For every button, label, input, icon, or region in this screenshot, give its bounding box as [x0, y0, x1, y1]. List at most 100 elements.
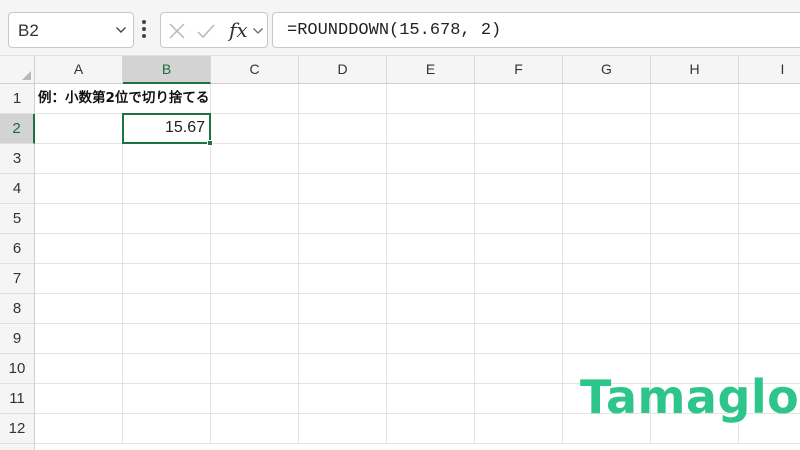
cell-c7[interactable]	[211, 264, 299, 294]
cell-d1[interactable]	[299, 84, 387, 114]
cell-f4[interactable]	[475, 174, 563, 204]
row-header-3[interactable]: 3	[0, 144, 34, 174]
cell-g8[interactable]	[563, 294, 651, 324]
cell-g1[interactable]	[563, 84, 651, 114]
column-header-a[interactable]: A	[35, 56, 123, 83]
cell-b3[interactable]	[123, 144, 211, 174]
cell-i4[interactable]	[739, 174, 800, 204]
row-header-1[interactable]: 1	[0, 84, 34, 114]
cell-e1[interactable]	[387, 84, 475, 114]
row-header-2[interactable]: 2	[0, 114, 35, 144]
cell-a9[interactable]	[35, 324, 123, 354]
cell-h9[interactable]	[651, 324, 739, 354]
cell-g5[interactable]	[563, 204, 651, 234]
cell-d4[interactable]	[299, 174, 387, 204]
cell-g7[interactable]	[563, 264, 651, 294]
cell-f2[interactable]	[475, 114, 563, 144]
cell-f1[interactable]	[475, 84, 563, 114]
cell-f9[interactable]	[475, 324, 563, 354]
cell-b6[interactable]	[123, 234, 211, 264]
cell-d10[interactable]	[299, 354, 387, 384]
column-header-g[interactable]: G	[563, 56, 651, 83]
cell-f11[interactable]	[475, 384, 563, 414]
cell-i7[interactable]	[739, 264, 800, 294]
cell-i9[interactable]	[739, 324, 800, 354]
row-header-11[interactable]: 11	[0, 384, 34, 414]
cell-h7[interactable]	[651, 264, 739, 294]
cell-a10[interactable]	[35, 354, 123, 384]
row-header-8[interactable]: 8	[0, 294, 34, 324]
cell-a2[interactable]	[35, 114, 123, 144]
cell-c11[interactable]	[211, 384, 299, 414]
cell-c10[interactable]	[211, 354, 299, 384]
cell-b9[interactable]	[123, 324, 211, 354]
column-header-d[interactable]: D	[299, 56, 387, 83]
cell-a3[interactable]	[35, 144, 123, 174]
cell-h3[interactable]	[651, 144, 739, 174]
cell-a6[interactable]	[35, 234, 123, 264]
cell-i3[interactable]	[739, 144, 800, 174]
cell-c6[interactable]	[211, 234, 299, 264]
cell-a11[interactable]	[35, 384, 123, 414]
cell-h8[interactable]	[651, 294, 739, 324]
cell-e4[interactable]	[387, 174, 475, 204]
cell-i6[interactable]	[739, 234, 800, 264]
cell-d9[interactable]	[299, 324, 387, 354]
select-all-corner[interactable]	[0, 56, 35, 84]
fx-icon[interactable]: fx	[229, 18, 248, 42]
cell-e11[interactable]	[387, 384, 475, 414]
cell-d3[interactable]	[299, 144, 387, 174]
cell-b8[interactable]	[123, 294, 211, 324]
cell-h5[interactable]	[651, 204, 739, 234]
cell-e12[interactable]	[387, 414, 475, 444]
cell-a8[interactable]	[35, 294, 123, 324]
cell-d8[interactable]	[299, 294, 387, 324]
cell-d5[interactable]	[299, 204, 387, 234]
cell-b10[interactable]	[123, 354, 211, 384]
cell-i8[interactable]	[739, 294, 800, 324]
cell-b2[interactable]: 15.67	[122, 113, 213, 146]
name-box[interactable]: B2	[8, 12, 134, 48]
cell-c8[interactable]	[211, 294, 299, 324]
cell-b7[interactable]	[123, 264, 211, 294]
cell-f7[interactable]	[475, 264, 563, 294]
cell-d2[interactable]	[299, 114, 387, 144]
cell-f5[interactable]	[475, 204, 563, 234]
column-header-f[interactable]: F	[475, 56, 563, 83]
row-header-6[interactable]: 6	[0, 234, 34, 264]
cell-d12[interactable]	[299, 414, 387, 444]
cell-e6[interactable]	[387, 234, 475, 264]
row-header-5[interactable]: 5	[0, 204, 34, 234]
formula-input[interactable]: =ROUNDDOWN(15.678, 2)	[272, 12, 800, 48]
cell-b4[interactable]	[123, 174, 211, 204]
cell-e7[interactable]	[387, 264, 475, 294]
fill-handle[interactable]	[207, 140, 213, 146]
row-header-7[interactable]: 7	[0, 264, 34, 294]
cell-c12[interactable]	[211, 414, 299, 444]
column-header-h[interactable]: H	[651, 56, 739, 83]
cell-c5[interactable]	[211, 204, 299, 234]
row-header-4[interactable]: 4	[0, 174, 34, 204]
chevron-down-icon[interactable]	[115, 24, 127, 36]
cell-a5[interactable]	[35, 204, 123, 234]
column-header-e[interactable]: E	[387, 56, 475, 83]
cell-e2[interactable]	[387, 114, 475, 144]
cell-f12[interactable]	[475, 414, 563, 444]
cell-b11[interactable]	[123, 384, 211, 414]
cell-e3[interactable]	[387, 144, 475, 174]
cell-d11[interactable]	[299, 384, 387, 414]
cell-a1[interactable]: 例：小数第2位で切り捨てる	[35, 84, 209, 114]
cell-g4[interactable]	[563, 174, 651, 204]
cell-f10[interactable]	[475, 354, 563, 384]
cell-a7[interactable]	[35, 264, 123, 294]
cell-c9[interactable]	[211, 324, 299, 354]
cell-g9[interactable]	[563, 324, 651, 354]
cell-e5[interactable]	[387, 204, 475, 234]
cell-a4[interactable]	[35, 174, 123, 204]
cell-b12[interactable]	[123, 414, 211, 444]
cell-f6[interactable]	[475, 234, 563, 264]
cell-c4[interactable]	[211, 174, 299, 204]
cell-h1[interactable]	[651, 84, 739, 114]
row-header-9[interactable]: 9	[0, 324, 34, 354]
cell-d6[interactable]	[299, 234, 387, 264]
